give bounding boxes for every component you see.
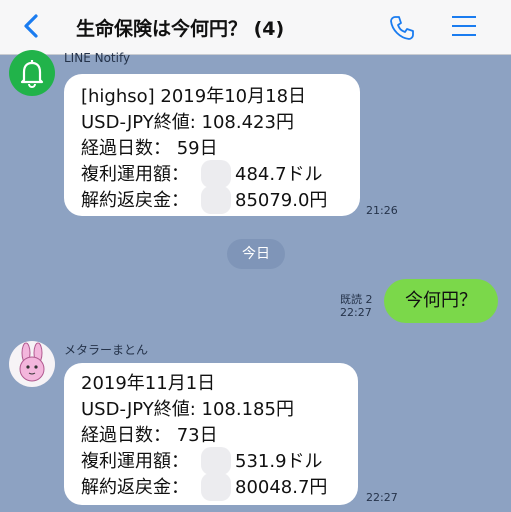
chat-title: 生命保険は今何円？ (4)	[76, 18, 285, 40]
sender-name: メタラーまとん	[64, 343, 149, 357]
redaction	[201, 447, 231, 475]
message-time: 22:27	[366, 491, 398, 504]
redaction	[201, 473, 231, 501]
message-line: 解約返戻金：	[81, 190, 189, 211]
redaction	[201, 186, 231, 214]
rabbit-avatar-icon[interactable]	[9, 341, 55, 387]
message-bubble: [highso] 2019年10月18日 USD-JPY終値: 108.423円…	[64, 74, 360, 216]
message-line: USD-JPY終値: 108.185円	[81, 399, 294, 420]
message-line: 複利運用額：	[81, 164, 189, 185]
message-line: 484.7ドル	[235, 164, 323, 185]
date-separator: 今日	[227, 239, 285, 269]
bell-icon[interactable]	[9, 50, 55, 96]
phone-icon[interactable]	[388, 14, 416, 42]
back-arrow-icon[interactable]	[18, 12, 46, 40]
message-line: 複利運用額：	[81, 451, 189, 472]
chat-header: 生命保険は今何円？ (4)	[0, 0, 511, 55]
read-receipt: 既読 2	[340, 293, 373, 306]
message-line: USD-JPY終値: 108.423円	[81, 112, 294, 133]
message-line: 2019年11月1日	[81, 373, 216, 394]
message-line: 85079.0円	[235, 190, 328, 211]
message-time: 22:27	[340, 306, 372, 319]
outgoing-bubble: 今何円？	[384, 279, 498, 323]
message-bubble: 2019年11月1日 USD-JPY終値: 108.185円 経過日数： 73日…	[64, 363, 358, 505]
message-time: 21:26	[366, 204, 398, 217]
message-line: 80048.7円	[235, 477, 328, 498]
message-line: 解約返戻金：	[81, 477, 189, 498]
message-line: 531.9ドル	[235, 451, 323, 472]
message-line: 経過日数： 73日	[81, 425, 218, 446]
message-line: [highso] 2019年10月18日	[81, 86, 307, 107]
redaction	[201, 160, 231, 188]
message-line: 経過日数： 59日	[81, 138, 218, 159]
sender-name: LINE Notify	[64, 51, 131, 65]
menu-icon[interactable]	[451, 14, 477, 38]
